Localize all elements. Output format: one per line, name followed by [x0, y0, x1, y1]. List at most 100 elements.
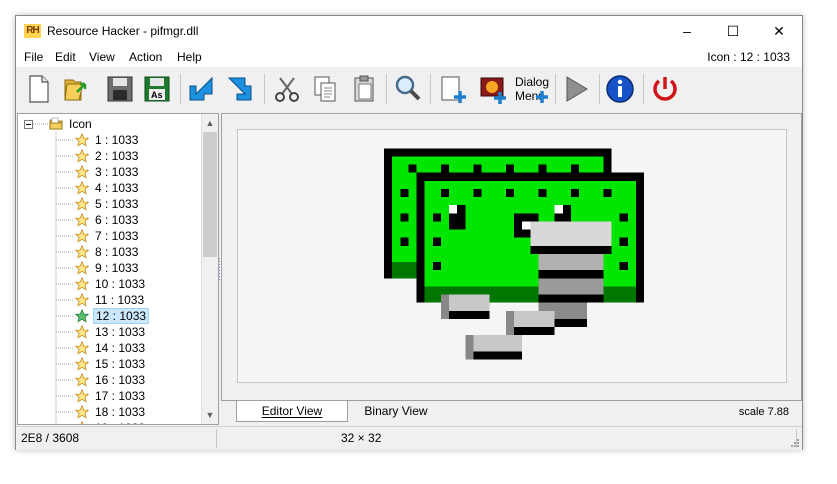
menu-edit[interactable]: Edit [55, 50, 76, 64]
icon-pixel [570, 164, 579, 173]
copy-button[interactable] [308, 72, 342, 106]
tree-connector [56, 331, 73, 333]
add-resource-button[interactable] [436, 72, 470, 106]
tree-scrollbar[interactable]: ▲ ▼ [201, 114, 218, 424]
save-as-button[interactable]: As [140, 72, 174, 106]
export-icon [227, 77, 252, 101]
add-resource-icon [441, 76, 466, 103]
icon-pixel [440, 188, 449, 197]
info-button[interactable] [603, 72, 637, 106]
tree-connector [56, 235, 73, 237]
tree-item-label: 3 : 1033 [95, 165, 139, 179]
tree-connector [56, 395, 73, 397]
paste-icon [354, 75, 374, 102]
dialog-menu-icon [536, 91, 548, 103]
tree-connector [56, 315, 73, 317]
scroll-thumb[interactable] [203, 132, 217, 257]
tree-item-label: 15 : 1033 [95, 357, 146, 371]
icon-pixel [538, 278, 604, 295]
star-icon [75, 149, 89, 163]
star-icon [75, 165, 89, 179]
icon-pixel [400, 237, 409, 246]
export-button[interactable] [223, 72, 257, 106]
icon-pixel [473, 188, 482, 197]
cut-button[interactable] [270, 72, 304, 106]
toolbar-separator [180, 74, 181, 104]
tree-connector [56, 187, 73, 189]
compile-run-button[interactable] [559, 72, 593, 106]
scale-readout: scale 7.88 [738, 406, 789, 418]
tree-item-label: 12 : 1033 [93, 308, 150, 324]
menu-action[interactable]: Action [129, 50, 162, 64]
toolbar-separator [555, 74, 556, 104]
icon-pixel [440, 164, 449, 173]
icon-pixel [465, 335, 474, 360]
menu-file[interactable]: File [24, 50, 43, 64]
collapse-icon[interactable] [24, 120, 33, 129]
star-icon [75, 213, 89, 227]
icon-pixel [619, 262, 628, 271]
add-image-button[interactable] [476, 72, 510, 106]
star-icon [75, 293, 89, 307]
open-button[interactable] [59, 72, 93, 106]
icon-chip [473, 335, 523, 352]
tab-binary-view[interactable]: Binary View [351, 401, 441, 421]
tree-item-label: 13 : 1033 [95, 325, 146, 339]
scroll-up-arrow[interactable]: ▲ [202, 115, 218, 131]
star-icon [75, 197, 89, 211]
star-icon [75, 373, 89, 387]
icon-pixel [505, 310, 514, 336]
tab-editor-view[interactable]: Editor View [236, 401, 348, 422]
tree-connector [56, 347, 73, 349]
maximize-button[interactable]: ☐ [710, 16, 756, 47]
import-icon [189, 76, 213, 101]
tree-connector [56, 155, 73, 157]
paste-button[interactable] [347, 72, 381, 106]
tree-item-label: 1 : 1033 [95, 133, 139, 147]
icon-pixel [603, 188, 612, 197]
tree-item-label: 14 : 1033 [95, 341, 146, 355]
icon-pixel [440, 294, 449, 319]
new-button[interactable] [21, 72, 55, 106]
dialog-menu-button[interactable]: Dialog Menu [513, 72, 549, 106]
star-icon [75, 181, 89, 195]
cut-icon [275, 77, 299, 102]
save-button[interactable] [103, 72, 137, 106]
icon-pixel [505, 164, 514, 173]
scroll-down-arrow[interactable]: ▼ [202, 407, 218, 423]
toolbar-separator [264, 74, 265, 104]
import-button[interactable] [184, 72, 218, 106]
toolbar-separator [430, 74, 431, 104]
tree-root-label: Icon [69, 117, 92, 131]
tree-connector [56, 203, 73, 205]
menu-view[interactable]: View [89, 50, 115, 64]
close-button[interactable]: ✕ [756, 16, 802, 47]
tree-connector [56, 219, 73, 221]
tree-item-label: 11 : 1033 [95, 293, 145, 307]
status-divider [216, 429, 217, 448]
minimize-button[interactable]: – [664, 16, 710, 47]
star-icon [75, 309, 89, 323]
icon-pixel [522, 221, 531, 230]
toolbar: As Dialog Men [16, 68, 802, 110]
tree-connector [56, 171, 73, 173]
resource-tree-list: Icon 1 : 1033 2 : 1033 3 : 1033 4 : 1033 5 :… [18, 114, 202, 424]
exit-button[interactable] [648, 72, 682, 106]
current-resource-status: Icon : 12 : 1033 [707, 50, 790, 64]
menu-help[interactable]: Help [177, 50, 202, 64]
find-button[interactable] [391, 72, 425, 106]
star-icon [80, 421, 84, 424]
tree-item-label: 18 : 1033 [95, 405, 146, 419]
tab-editor-view-label: Editor View [261, 404, 323, 418]
tab-binary-view-label: Binary View [364, 404, 428, 418]
tree-item-label: 16 : 1033 [95, 373, 146, 387]
icon-pixel [400, 213, 409, 222]
tree-item-label: 8 : 1033 [95, 245, 139, 259]
resize-grip-icon[interactable] [790, 438, 800, 448]
icon-pixel [538, 253, 604, 271]
tree-connector [56, 267, 73, 269]
tree-connector [56, 420, 74, 424]
icon-pixel [408, 164, 417, 173]
tree-item-label: 6 : 1033 [95, 213, 139, 227]
status-address: 2E8 / 3608 [21, 431, 80, 445]
